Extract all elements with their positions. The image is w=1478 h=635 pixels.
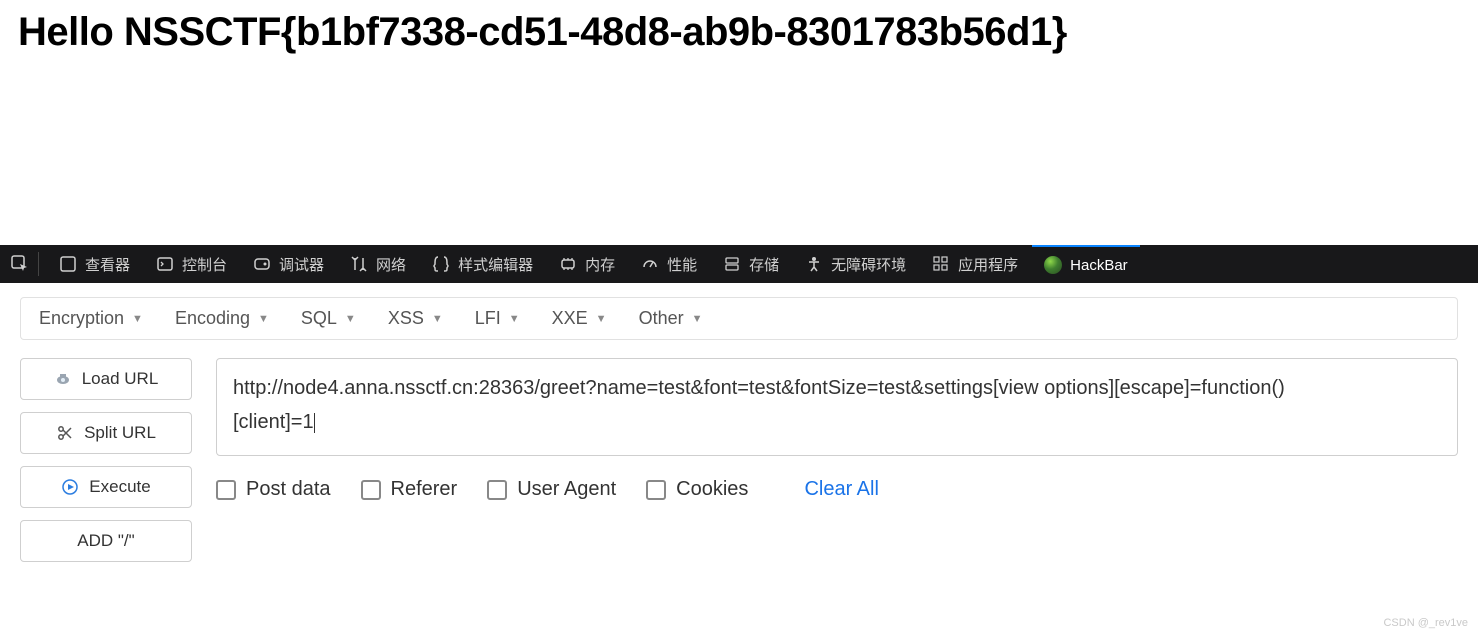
tab-style-editor[interactable]: 样式编辑器 bbox=[420, 245, 545, 283]
memory-icon bbox=[559, 255, 577, 273]
menu-row: Encryption ▼ Encoding ▼ SQL ▼ XSS ▼ LFI ▼ XXE… bbox=[20, 297, 1458, 340]
caret-down-icon: ▼ bbox=[132, 313, 143, 325]
button-label: Load URL bbox=[82, 369, 159, 389]
tab-inspector[interactable]: 查看器 bbox=[47, 245, 142, 283]
caret-down-icon: ▼ bbox=[432, 313, 443, 325]
checkbox-label: Referer bbox=[391, 478, 458, 501]
url-line-1: http://node4.anna.nssctf.cn:28363/greet?… bbox=[233, 377, 1285, 399]
menu-label: Encryption bbox=[39, 308, 124, 329]
tab-label: 性能 bbox=[667, 254, 697, 275]
tab-network[interactable]: 网络 bbox=[338, 245, 418, 283]
load-url-button[interactable]: Load URL bbox=[20, 358, 192, 400]
checkbox-label: User Agent bbox=[517, 478, 616, 501]
devtools-tab-bar: 查看器 控制台 调试器 网络 样式编辑器 内存 性能 bbox=[0, 245, 1478, 283]
clear-all-link[interactable]: Clear All bbox=[804, 478, 878, 501]
page-title: Hello NSSCTF{b1bf7338-cd51-48d8-ab9b-830… bbox=[18, 10, 1460, 55]
load-url-icon bbox=[54, 370, 72, 388]
menu-label: Other bbox=[639, 308, 684, 329]
tab-accessibility[interactable]: 无障碍环境 bbox=[793, 245, 918, 283]
tab-label: 应用程序 bbox=[958, 254, 1018, 275]
application-icon bbox=[932, 255, 950, 273]
checkbox-icon bbox=[646, 480, 666, 500]
hackbar-icon bbox=[1044, 256, 1062, 274]
tab-label: 内存 bbox=[585, 254, 615, 275]
menu-encoding[interactable]: Encoding ▼ bbox=[175, 308, 269, 329]
tab-label: 调试器 bbox=[279, 254, 324, 275]
execute-button[interactable]: Execute bbox=[20, 466, 192, 508]
split-url-button[interactable]: Split URL bbox=[20, 412, 192, 454]
button-label: Split URL bbox=[84, 423, 156, 443]
menu-label: SQL bbox=[301, 308, 337, 329]
style-editor-icon bbox=[432, 255, 450, 273]
divider bbox=[38, 252, 39, 276]
menu-lfi[interactable]: LFI ▼ bbox=[475, 308, 520, 329]
url-line-2: [client]=1 bbox=[233, 411, 314, 433]
tab-label: 无障碍环境 bbox=[831, 254, 906, 275]
checkbox-icon bbox=[216, 480, 236, 500]
options-row: Post data Referer User Agent Cookies Cle… bbox=[216, 478, 1458, 501]
add-slash-button[interactable]: ADD "/" bbox=[20, 520, 192, 562]
network-icon bbox=[350, 255, 368, 273]
tab-label: 存储 bbox=[749, 254, 779, 275]
menu-xxe[interactable]: XXE ▼ bbox=[552, 308, 607, 329]
tab-memory[interactable]: 内存 bbox=[547, 245, 627, 283]
inspector-icon bbox=[59, 255, 77, 273]
menu-label: Encoding bbox=[175, 308, 250, 329]
scissors-icon bbox=[56, 424, 74, 442]
play-icon bbox=[61, 478, 79, 496]
menu-label: LFI bbox=[475, 308, 501, 329]
menu-label: XXE bbox=[552, 308, 588, 329]
page-content: Hello NSSCTF{b1bf7338-cd51-48d8-ab9b-830… bbox=[0, 0, 1478, 65]
url-input[interactable]: http://node4.anna.nssctf.cn:28363/greet?… bbox=[216, 358, 1458, 456]
menu-sql[interactable]: SQL ▼ bbox=[301, 308, 356, 329]
user-agent-checkbox[interactable]: User Agent bbox=[487, 478, 616, 501]
tab-application[interactable]: 应用程序 bbox=[920, 245, 1030, 283]
tab-label: HackBar bbox=[1070, 257, 1128, 274]
menu-label: XSS bbox=[388, 308, 424, 329]
accessibility-icon bbox=[805, 255, 823, 273]
caret-down-icon: ▼ bbox=[258, 313, 269, 325]
debugger-icon bbox=[253, 255, 271, 273]
tab-storage[interactable]: 存储 bbox=[711, 245, 791, 283]
caret-down-icon: ▼ bbox=[509, 313, 520, 325]
button-label: Execute bbox=[89, 477, 150, 497]
tab-label: 控制台 bbox=[182, 254, 227, 275]
tab-label: 样式编辑器 bbox=[458, 254, 533, 275]
menu-encryption[interactable]: Encryption ▼ bbox=[39, 308, 143, 329]
tab-debugger[interactable]: 调试器 bbox=[241, 245, 336, 283]
text-cursor bbox=[314, 413, 315, 433]
performance-icon bbox=[641, 255, 659, 273]
tab-label: 查看器 bbox=[85, 254, 130, 275]
menu-other[interactable]: Other ▼ bbox=[639, 308, 703, 329]
element-picker-icon[interactable] bbox=[10, 254, 30, 274]
checkbox-icon bbox=[361, 480, 381, 500]
button-label: ADD "/" bbox=[77, 531, 134, 551]
post-data-checkbox[interactable]: Post data bbox=[216, 478, 331, 501]
tab-hackbar[interactable]: HackBar bbox=[1032, 245, 1140, 283]
storage-icon bbox=[723, 255, 741, 273]
console-icon bbox=[156, 255, 174, 273]
tab-label: 网络 bbox=[376, 254, 406, 275]
caret-down-icon: ▼ bbox=[345, 313, 356, 325]
referer-checkbox[interactable]: Referer bbox=[361, 478, 458, 501]
checkbox-label: Post data bbox=[246, 478, 331, 501]
button-column: Load URL Split URL Execute ADD "/" bbox=[20, 358, 192, 562]
caret-down-icon: ▼ bbox=[596, 313, 607, 325]
watermark: CSDN @_rev1ve bbox=[1383, 617, 1468, 629]
tab-console[interactable]: 控制台 bbox=[144, 245, 239, 283]
right-column: http://node4.anna.nssctf.cn:28363/greet?… bbox=[216, 358, 1458, 562]
menu-xss[interactable]: XSS ▼ bbox=[388, 308, 443, 329]
tab-performance[interactable]: 性能 bbox=[629, 245, 709, 283]
checkbox-icon bbox=[487, 480, 507, 500]
hackbar-panel: Encryption ▼ Encoding ▼ SQL ▼ XSS ▼ LFI ▼ XXE… bbox=[0, 283, 1478, 582]
caret-down-icon: ▼ bbox=[692, 313, 703, 325]
main-row: Load URL Split URL Execute ADD "/" http:… bbox=[20, 358, 1458, 562]
cookies-checkbox[interactable]: Cookies bbox=[646, 478, 748, 501]
checkbox-label: Cookies bbox=[676, 478, 748, 501]
